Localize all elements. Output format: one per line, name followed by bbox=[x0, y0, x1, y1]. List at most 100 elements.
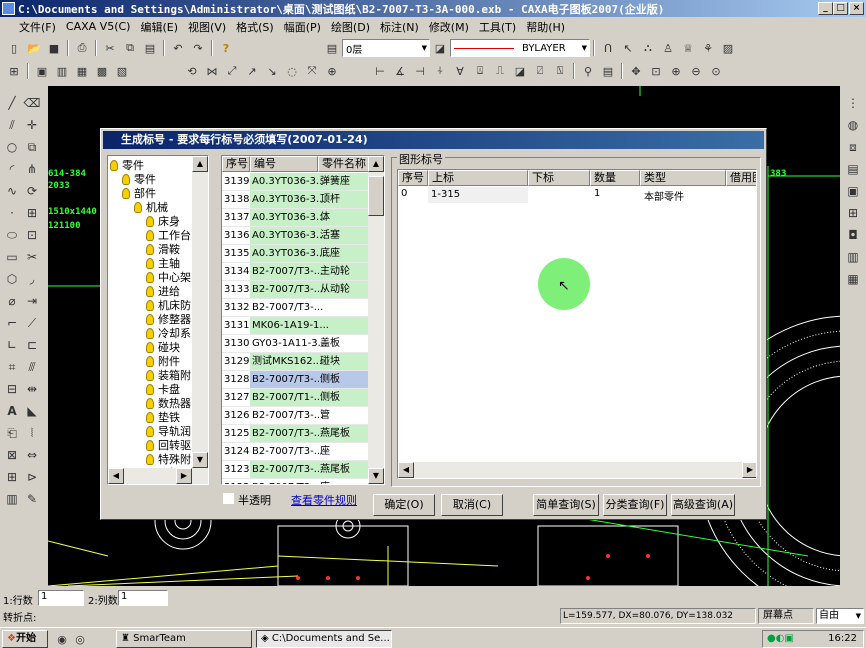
pan-icon[interactable]: ✥ bbox=[627, 62, 645, 80]
undo-icon[interactable]: ↶ bbox=[169, 39, 187, 57]
minimize-button[interactable]: _ bbox=[818, 2, 833, 15]
menu-sheet[interactable]: 幅面(P) bbox=[279, 19, 326, 35]
menu-dimension[interactable]: 标注(N) bbox=[375, 19, 424, 35]
text-dim-icon[interactable]: ⍁ bbox=[531, 62, 549, 80]
mirror-icon[interactable]: ⋈ bbox=[203, 62, 221, 80]
tree-hscrollbar[interactable]: ◀ ▶ bbox=[108, 468, 208, 484]
screen-point-toggle[interactable]: 屏幕点 bbox=[758, 608, 814, 624]
grid-header-borrow[interactable]: 借用图 bbox=[726, 170, 756, 186]
point-icon[interactable]: ⋅ bbox=[3, 204, 21, 222]
table-row[interactable]: 3125 B2-7007/T3-... 燕尾板 bbox=[222, 425, 370, 443]
pointer-icon[interactable]: ↖ bbox=[619, 39, 637, 57]
properties-icon[interactable]: ᑎ bbox=[599, 39, 617, 57]
table-row[interactable]: 3124 B2-7007/T3-... 座 bbox=[222, 443, 370, 461]
tree-node[interactable]: 附件 bbox=[146, 354, 180, 368]
simple-query-button[interactable]: 简单查询(S) bbox=[533, 494, 599, 516]
camera-icon[interactable]: ◘ bbox=[844, 226, 862, 244]
color-icon[interactable]: ◪ bbox=[431, 39, 449, 57]
category-query-button[interactable]: 分类查询(F) bbox=[603, 494, 667, 516]
zoom-window-icon[interactable]: ⊡ bbox=[647, 62, 665, 80]
table-row[interactable]: 3134 B2-7007/T3-... 主动轮 bbox=[222, 263, 370, 281]
roughness-icon[interactable]: ∀ bbox=[451, 62, 469, 80]
snap-mode-select[interactable]: 自由 ▼ bbox=[816, 608, 864, 624]
hatch-tool-icon[interactable]: ⌗ bbox=[3, 358, 21, 376]
layer-select[interactable]: 0层 ▼ bbox=[342, 39, 430, 57]
maximize-button[interactable]: □ bbox=[833, 2, 848, 15]
grid-header-seq[interactable]: 序号 bbox=[398, 170, 428, 186]
circle-icon[interactable]: ○ bbox=[3, 138, 21, 156]
zoom-all-icon[interactable]: ⊙ bbox=[707, 62, 725, 80]
table-icon[interactable]: ▩ bbox=[93, 62, 111, 80]
tree-node[interactable]: 碰块 bbox=[146, 340, 180, 354]
table-row[interactable]: 3123 B2-7007/T3-... 燕尾板 bbox=[222, 461, 370, 479]
calculator-icon[interactable]: ⊞ bbox=[844, 204, 862, 222]
copy-tool-icon[interactable]: ⧉ bbox=[23, 138, 41, 156]
cols-input[interactable]: 1 bbox=[118, 590, 168, 606]
scroll-thumb[interactable] bbox=[368, 176, 384, 216]
extend-icon[interactable]: ↗ bbox=[243, 62, 261, 80]
tolerance-icon[interactable]: ⍭ bbox=[431, 62, 449, 80]
taskbar-caxa[interactable]: ◈ C:\Documents and Se... bbox=[256, 630, 392, 648]
contour-icon[interactable]: ∟ bbox=[3, 336, 21, 354]
table-row[interactable]: 3138 A0.3YT036-3... 顶杆 bbox=[222, 191, 370, 209]
polygon-icon[interactable]: ⬡ bbox=[3, 270, 21, 288]
tree-node[interactable]: 机械 bbox=[134, 200, 168, 214]
library-icon[interactable]: ▥ bbox=[3, 490, 21, 508]
layout-icon[interactable]: ♕ bbox=[679, 39, 697, 57]
dialog-titlebar[interactable]: 生成标号 - 要求每行标号必须填写(2007-01-24) bbox=[103, 131, 764, 149]
angle-dim-icon[interactable]: ∡ bbox=[391, 62, 409, 80]
view-3d-icon[interactable]: ⧈ bbox=[844, 138, 862, 156]
scroll-down-icon[interactable]: ▼ bbox=[192, 452, 208, 468]
scroll-left-icon[interactable]: ◀ bbox=[108, 468, 124, 484]
copy-icon[interactable]: ⧉ bbox=[121, 39, 139, 57]
cut-icon[interactable]: ✂ bbox=[101, 39, 119, 57]
scale-tool-icon[interactable]: ⊡ bbox=[23, 226, 41, 244]
property-brush-icon[interactable]: ✎ bbox=[23, 490, 41, 508]
globe-icon[interactable]: ◍ bbox=[844, 116, 862, 134]
explode-icon[interactable]: ⇹ bbox=[23, 380, 41, 398]
grid-header-qty[interactable]: 数量 bbox=[590, 170, 640, 186]
grid-hscrollbar[interactable]: ◀ ▶ bbox=[398, 462, 756, 478]
arc-icon[interactable]: ◜ bbox=[3, 160, 21, 178]
query-icon[interactable]: ♙ bbox=[659, 39, 677, 57]
tree-node[interactable]: 导轨润 bbox=[146, 424, 191, 438]
tree-node[interactable]: 数热器 bbox=[146, 396, 191, 410]
image-icon[interactable]: ▨ bbox=[719, 39, 737, 57]
menu-format[interactable]: 格式(S) bbox=[231, 19, 279, 35]
tree-node[interactable]: 修整器 bbox=[146, 312, 191, 326]
zoom-out-icon[interactable]: ⊖ bbox=[687, 62, 705, 80]
menu-modify[interactable]: 修改(M) bbox=[424, 19, 474, 35]
insert-icon[interactable]: ⎗ bbox=[3, 424, 21, 442]
measure-icon[interactable]: ⚲ bbox=[579, 62, 597, 80]
table-row[interactable]: 3129 测试MKS162... 碰块 bbox=[222, 353, 370, 371]
extend-tool-icon[interactable]: ⇥ bbox=[23, 292, 41, 310]
rotate-icon[interactable]: ⟲ bbox=[183, 62, 201, 80]
taskbar-smarteam[interactable]: ♜ SmarTeam bbox=[116, 630, 252, 648]
move-icon[interactable]: ⤧ bbox=[303, 62, 321, 80]
table-row[interactable]: 3135 A0.3YT036-3... 底座 bbox=[222, 245, 370, 263]
scroll-up-icon[interactable]: ▲ bbox=[192, 156, 208, 172]
text-icon[interactable]: A bbox=[3, 402, 21, 420]
print-icon[interactable]: ⎙ bbox=[73, 39, 91, 57]
scale-icon[interactable]: ⤢ bbox=[223, 62, 241, 80]
rectangle-icon[interactable]: ▭ bbox=[3, 248, 21, 266]
rows-input[interactable]: 1 bbox=[38, 590, 84, 606]
table-row[interactable]: 3137 A0.3YT036-3... 体 bbox=[222, 209, 370, 227]
ellipse-icon[interactable]: ⬭ bbox=[3, 226, 21, 244]
table-row[interactable]: 3128 B2-7007/T3-... 侧板 bbox=[222, 371, 370, 389]
table-row[interactable]: 3127 B2-7007/T1-... 侧板 bbox=[222, 389, 370, 407]
menu-caxa-v5[interactable]: CAXA V5(C) bbox=[61, 20, 136, 33]
centerline-icon[interactable]: ⌐ bbox=[3, 314, 21, 332]
book-icon[interactable]: ▥ bbox=[844, 248, 862, 266]
parts-scrollbar[interactable]: ▲ ▼ bbox=[368, 156, 384, 484]
fillet-icon[interactable]: ◞ bbox=[23, 270, 41, 288]
tree-node[interactable]: 工作台 bbox=[146, 228, 191, 242]
window-titlebar[interactable]: C:\Documents and Settings\Administrator\… bbox=[0, 0, 866, 17]
ok-button[interactable]: 确定(O) bbox=[373, 494, 435, 516]
image-tool-icon[interactable]: ⊞ bbox=[3, 468, 21, 486]
tree-node[interactable]: 卡盘 bbox=[146, 382, 180, 396]
match-icon[interactable]: ⛬ bbox=[639, 39, 657, 57]
grid-header-lower[interactable]: 下标 bbox=[528, 170, 590, 186]
table-row[interactable]: 3139 A0.3YT036-3... 弹簧座 bbox=[222, 173, 370, 191]
tree-node[interactable]: 进给 bbox=[146, 284, 180, 298]
